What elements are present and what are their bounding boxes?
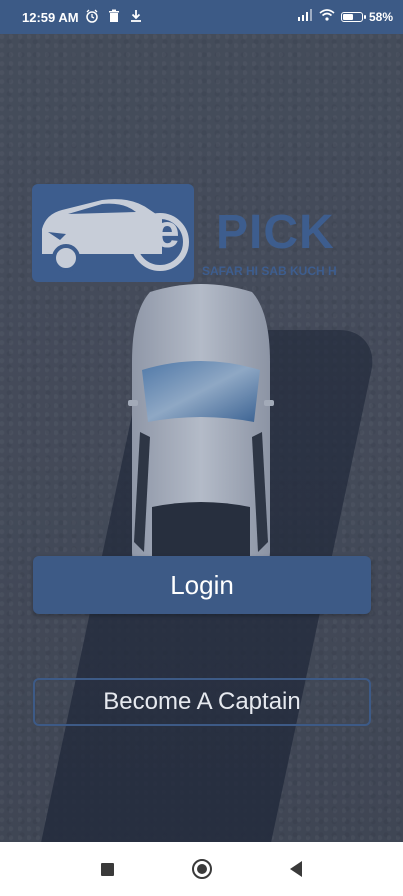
status-time: 12:59 AM (22, 10, 79, 25)
trash-icon (107, 9, 121, 23)
alarm-icon (85, 9, 99, 23)
navigation-bar (0, 842, 403, 896)
battery-icon (340, 11, 366, 22)
status-system-icons: 58% (297, 9, 393, 24)
logo-wordmark: PICK (216, 206, 335, 259)
back-icon (289, 861, 302, 877)
home-icon (191, 859, 212, 879)
status-bar: 12:59 AM 58% (0, 0, 403, 34)
download-icon (129, 9, 143, 23)
home-button[interactable] (190, 857, 214, 881)
recents-button[interactable] (96, 857, 120, 881)
login-button[interactable]: Login (33, 556, 371, 614)
wifi-icon (319, 9, 335, 24)
signal-icon (297, 9, 313, 24)
become-captain-button[interactable]: Become A Captain (33, 678, 371, 726)
back-button[interactable] (284, 857, 308, 881)
logo-tagline: SAFAR HI SAB KUCH H (202, 264, 337, 278)
logo-letter: e (154, 205, 180, 257)
battery-percent: 58% (368, 9, 393, 24)
splash-screen: 12:59 AM 58% e PICK SAFAR HI SAB KUCH H … (0, 0, 403, 896)
battery-level (342, 13, 353, 20)
status-notification-icons (85, 9, 143, 23)
recents-icon (101, 862, 114, 876)
app-logo: e PICK SAFAR HI SAB KUCH H (32, 184, 372, 284)
